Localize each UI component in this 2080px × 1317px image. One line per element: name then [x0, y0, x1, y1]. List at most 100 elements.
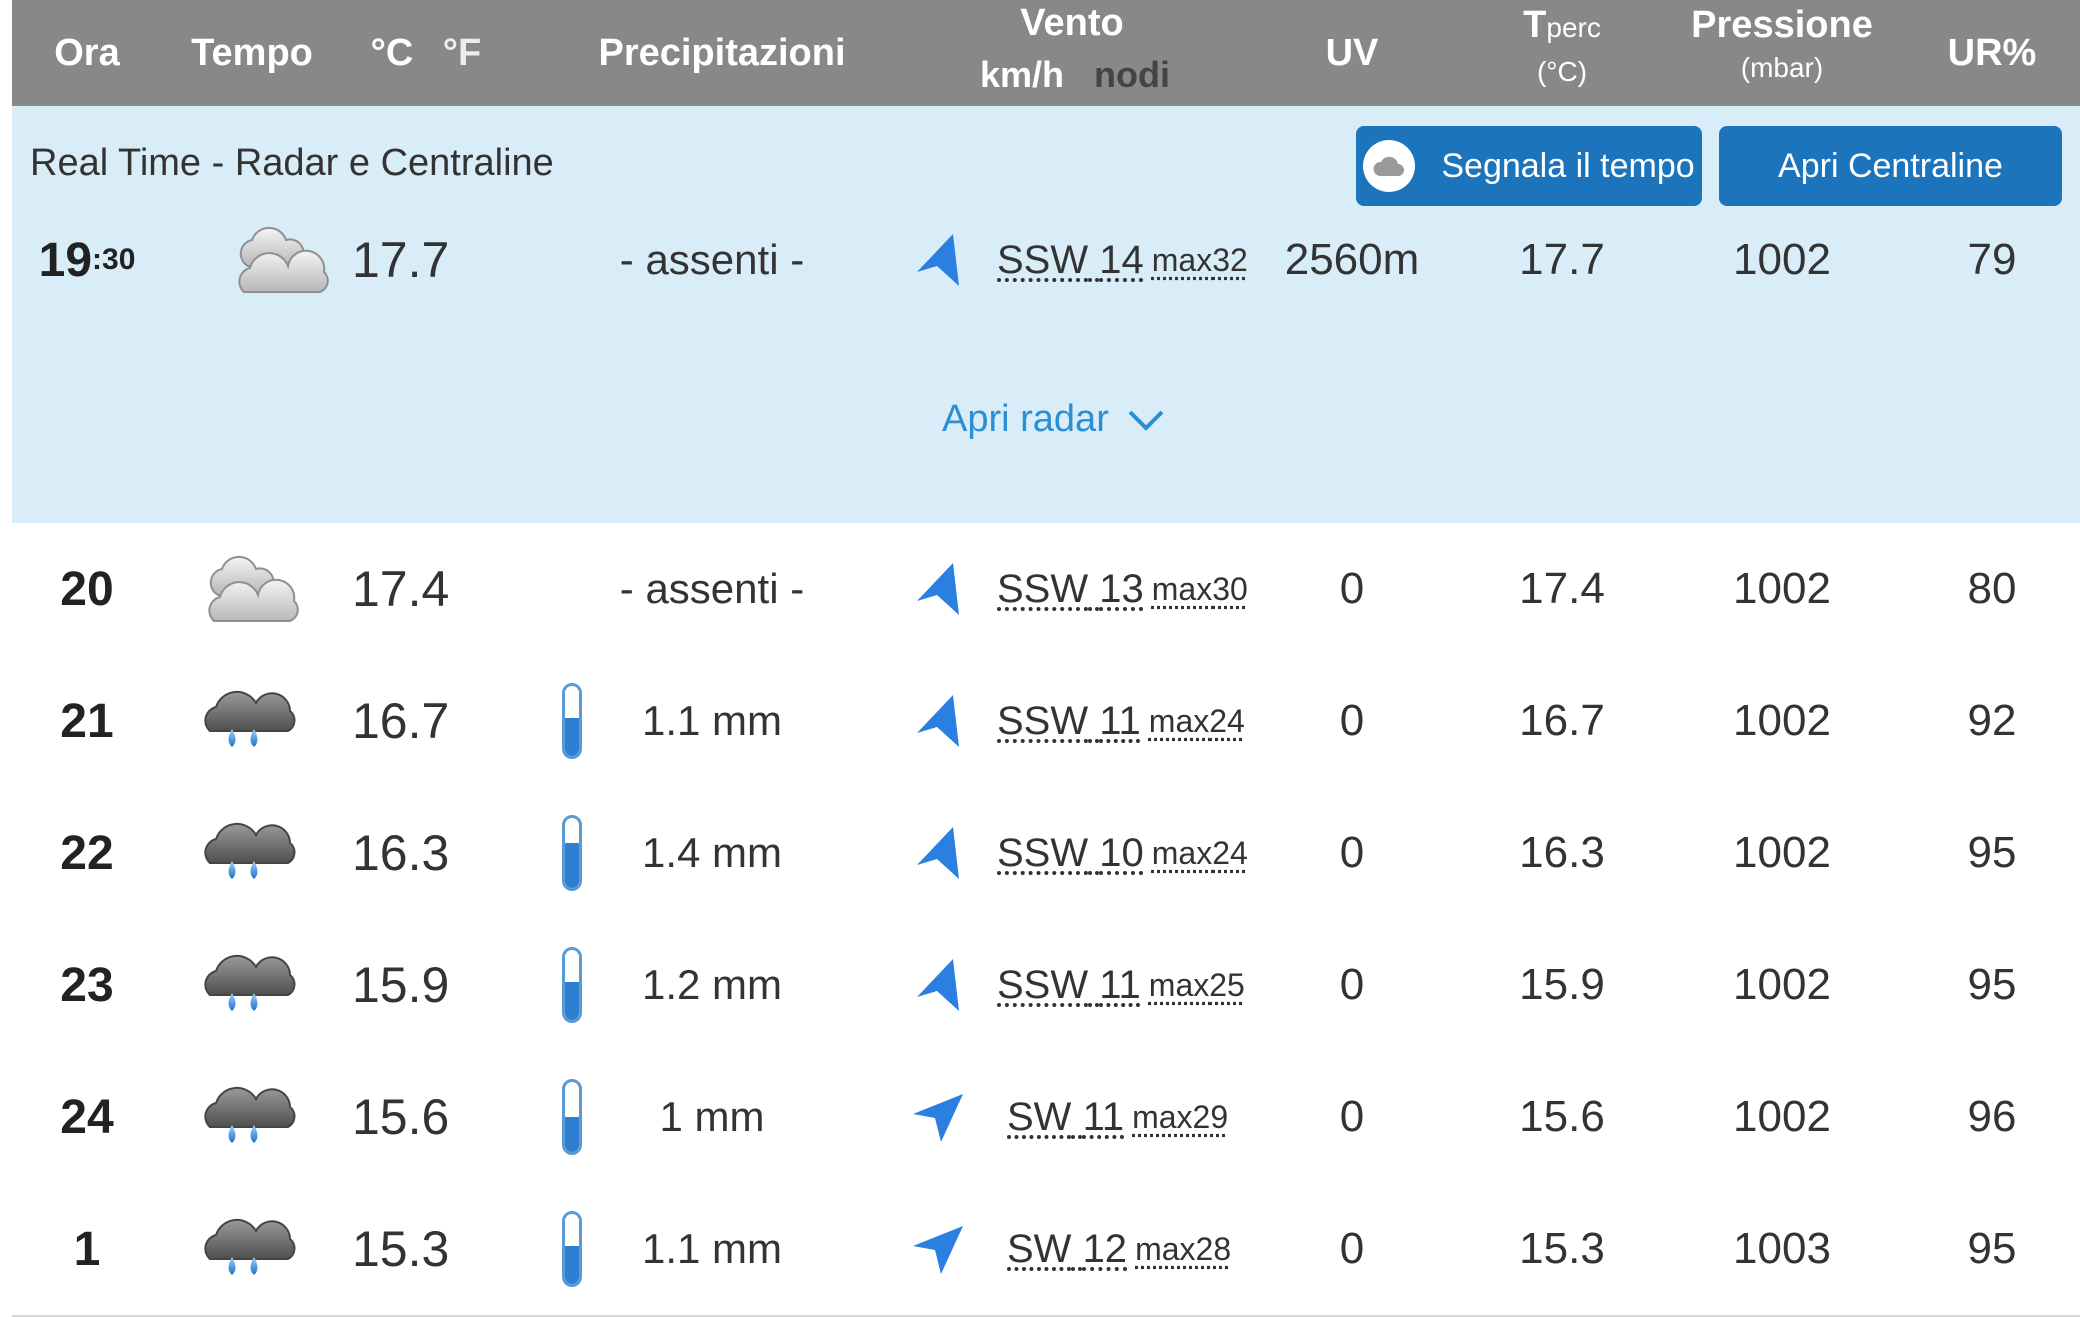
precip-gauge-tube [562, 1211, 582, 1287]
realtime-ora-m: :30 [92, 243, 136, 276]
precip-gauge [552, 1051, 592, 1183]
precip-gauge [552, 1183, 592, 1315]
table-row[interactable]: 20 17.4 - assenti - SSW 13 max30 0 17.4 1002 80 [12, 523, 2080, 657]
header-celsius[interactable]: °C [362, 32, 422, 75]
realtime-title: Real Time - Radar e Centraline [30, 142, 554, 184]
row-pressione: 1002 [1733, 1092, 1831, 1141]
row-wind-max-label: max [1148, 702, 1210, 739]
table-row[interactable]: 21 16.7 1.1 mm SSW 11 max24 0 16.7 1002 92 [12, 655, 2080, 789]
row-wind-max: 25 [1209, 966, 1245, 1003]
row-wind-speed: 11 [1099, 698, 1141, 743]
precip-gauge-fill [565, 842, 579, 888]
row-ur: 95 [1967, 1224, 2017, 1273]
row-tperc: 15.9 [1519, 960, 1605, 1009]
precip-gauge [552, 919, 592, 1051]
chevron-down-icon [1127, 408, 1165, 432]
row-uv: 0 [1339, 828, 1365, 877]
wind-arrow-icon [908, 1051, 968, 1183]
wind-arrow-icon [908, 787, 968, 919]
row-prec: 1.2 mm [641, 961, 783, 1008]
row-tperc: 15.3 [1519, 1224, 1605, 1273]
header-fahrenheit[interactable]: °F [432, 32, 492, 75]
realtime-pressione: 1002 [1733, 235, 1831, 284]
row-wind-dir: SW [1007, 1094, 1072, 1139]
realtime-ora: 19:30 [22, 194, 152, 326]
realtime-ur: 79 [1967, 235, 2017, 284]
realtime-panel: Real Time - Radar e Centraline Segnala i… [12, 106, 2080, 525]
row-ora: 23 [60, 958, 114, 1012]
row-uv: 0 [1339, 564, 1365, 613]
header-uv: UV [1325, 32, 1379, 74]
realtime-wind-max: 32 [1212, 241, 1248, 278]
header-tempo: Tempo [191, 32, 313, 74]
realtime-wind-dir: SSW [997, 237, 1089, 282]
apri-radar-link[interactable]: Apri radar [942, 398, 1165, 441]
row-wind[interactable]: SSW 11 max24 [997, 655, 1257, 787]
row-prec: 1.1 mm [641, 1225, 783, 1272]
row-tperc: 16.7 [1519, 696, 1605, 745]
row-wind-speed: 11 [1082, 1094, 1125, 1139]
header-tperc: Tperc [1502, 4, 1622, 47]
row-pressione: 1002 [1733, 696, 1831, 745]
row-ur: 95 [1967, 960, 2017, 1009]
realtime-wind-speed: 14 [1099, 237, 1144, 282]
rain-icon [182, 1183, 322, 1315]
row-prec: 1.4 mm [641, 829, 783, 876]
row-wind-max: 24 [1212, 834, 1248, 871]
cloud-icon [1363, 140, 1416, 192]
segnala-tempo-label: Segnala il tempo [1441, 146, 1695, 185]
wind-arrow-icon [908, 655, 968, 787]
precip-gauge-tube [562, 815, 582, 891]
row-uv: 0 [1339, 1224, 1365, 1273]
header-tperc-unit: (°C) [1536, 56, 1588, 87]
row-temp: 15.3 [352, 1221, 450, 1277]
row-wind-max-label: max [1148, 966, 1210, 1003]
realtime-wind[interactable]: SSW 14 max32 [997, 194, 1257, 326]
table-row[interactable]: 1 15.3 1.1 mm SW 12 max28 0 15.3 1003 95 [12, 1183, 2080, 1317]
row-temp: 16.7 [352, 693, 450, 749]
row-temp: 16.3 [352, 825, 450, 881]
row-ora: 24 [60, 1090, 114, 1144]
cloudy-icon [212, 194, 352, 326]
row-ur: 96 [1967, 1092, 2017, 1141]
row-pressione: 1002 [1733, 960, 1831, 1009]
realtime-prec: - assenti - [619, 236, 805, 283]
row-wind[interactable]: SW 12 max28 [1007, 1183, 1267, 1315]
header-tperc-sub: perc [1546, 12, 1601, 43]
row-wind[interactable]: SW 11 max29 [1007, 1051, 1267, 1183]
row-wind[interactable]: SSW 13 max30 [997, 523, 1257, 655]
row-wind[interactable]: SSW 11 max25 [997, 919, 1257, 1051]
table-row[interactable]: 23 15.9 1.2 mm SSW 11 max25 0 15.9 1002 95 [12, 919, 2080, 1053]
realtime-tperc: 17.7 [1519, 235, 1605, 284]
row-tperc: 15.6 [1519, 1092, 1605, 1141]
row-wind-max: 24 [1209, 702, 1245, 739]
header-nodi[interactable]: nodi [1087, 54, 1177, 96]
row-tperc: 16.3 [1519, 828, 1605, 877]
realtime-temp: 17.7 [352, 232, 450, 288]
realtime-wind-max-label: max [1151, 241, 1213, 278]
row-tperc: 17.4 [1519, 564, 1605, 613]
realtime-ora-h: 19 [38, 233, 93, 287]
row-ora: 20 [60, 562, 114, 616]
row-wind-dir: SW [1007, 1226, 1072, 1271]
row-wind[interactable]: SSW 10 max24 [997, 787, 1257, 919]
row-wind-dir: SSW [997, 698, 1089, 743]
precip-gauge-fill [565, 717, 579, 756]
table-row[interactable]: 22 16.3 1.4 mm SSW 10 max24 0 16.3 1002 95 [12, 787, 2080, 921]
header-pressione: Pressione [1691, 4, 1873, 46]
precip-gauge [552, 655, 592, 787]
row-ora: 21 [60, 694, 114, 748]
header-kmh[interactable]: km/h [967, 54, 1077, 96]
rain-icon [182, 1051, 322, 1183]
table-row[interactable]: 24 15.6 1 mm SW 11 max29 0 15.6 1002 96 [12, 1051, 2080, 1185]
table-header: Ora Tempo °C °F Precipitazioni Vento km/… [12, 0, 2080, 106]
row-uv: 0 [1339, 960, 1365, 1009]
row-prec: 1.1 mm [641, 697, 783, 744]
row-prec: - assenti - [619, 565, 805, 612]
apri-radar-label: Apri radar [942, 398, 1109, 440]
row-wind-speed: 11 [1099, 962, 1141, 1007]
row-uv: 0 [1339, 696, 1365, 745]
wind-arrow-icon [908, 919, 968, 1051]
header-ora: Ora [54, 32, 120, 74]
precip-gauge-tube [562, 683, 582, 759]
